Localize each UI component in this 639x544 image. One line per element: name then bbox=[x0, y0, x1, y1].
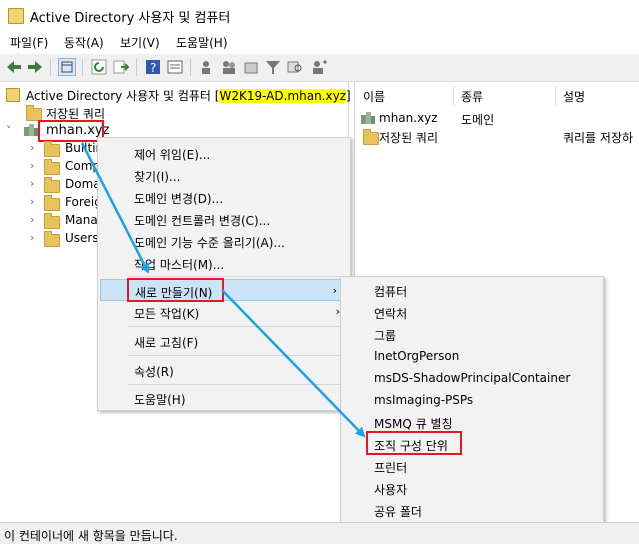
arrow-domain-to-new bbox=[80, 142, 150, 274]
arrow-new-to-ou bbox=[221, 289, 366, 438]
annotation-arrows bbox=[80, 142, 366, 438]
status-bar: 이 컨테이너에 새 항목을 만듭니다. bbox=[0, 522, 639, 544]
status-text: 이 컨테이너에 새 항목을 만듭니다. bbox=[4, 529, 178, 543]
